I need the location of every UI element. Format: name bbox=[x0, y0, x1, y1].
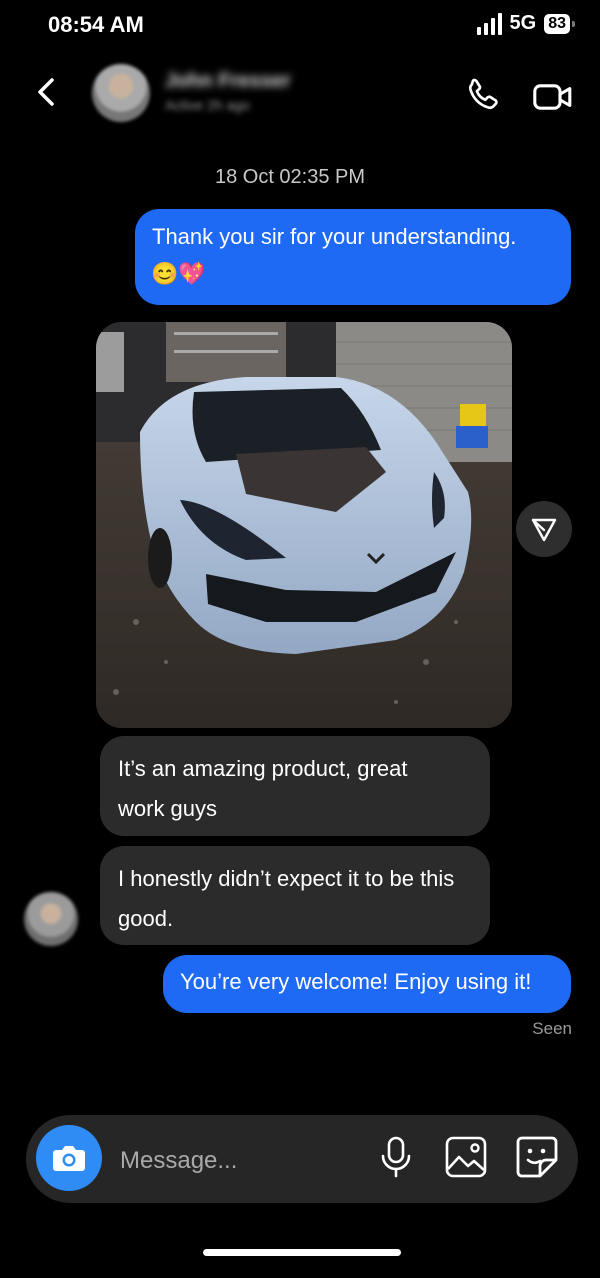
thread-timestamp: 18 Oct 02:35 PM bbox=[214, 166, 366, 188]
chevron-left-icon[interactable] bbox=[32, 72, 62, 112]
status-time: 08:54 AM bbox=[48, 12, 144, 37]
sender-avatar[interactable] bbox=[24, 892, 78, 946]
signal-icon bbox=[476, 12, 502, 35]
sticker-icon[interactable] bbox=[514, 1134, 560, 1180]
message-emoji: 😊💖 bbox=[151, 261, 206, 286]
network-type: 5G bbox=[509, 12, 537, 34]
message-text: Thank you sir for your understanding. bbox=[152, 224, 517, 249]
message-text: You’re very welcome! Enjoy using it! bbox=[180, 969, 532, 994]
car-photo bbox=[96, 322, 512, 728]
home-indicator[interactable] bbox=[203, 1249, 401, 1256]
message-input[interactable] bbox=[118, 1140, 372, 1182]
incoming-message[interactable]: I honestly didn’t expect it to be this g… bbox=[100, 846, 490, 945]
camera-icon bbox=[53, 1146, 85, 1171]
seen-receipt: Seen bbox=[532, 1019, 572, 1038]
contact-name[interactable]: John Fresser bbox=[165, 70, 291, 93]
outgoing-message[interactable]: You’re very welcome! Enjoy using it! bbox=[163, 955, 571, 1013]
message-text: It’s an amazing product, great work guys bbox=[118, 756, 408, 821]
image-icon[interactable] bbox=[444, 1135, 488, 1179]
battery-icon: 83 bbox=[544, 13, 575, 34]
contact-avatar[interactable] bbox=[92, 64, 150, 122]
status-indicators: 5G 83 bbox=[476, 12, 575, 35]
microphone-icon[interactable] bbox=[378, 1134, 414, 1180]
share-button[interactable] bbox=[516, 501, 572, 557]
contact-status: Active 2h ago bbox=[165, 97, 250, 113]
send-icon bbox=[531, 518, 557, 542]
message-text: I honestly didn’t expect it to be this g… bbox=[118, 866, 455, 931]
photo-message[interactable] bbox=[96, 322, 512, 728]
camera-button[interactable] bbox=[36, 1125, 102, 1191]
outgoing-message[interactable]: Thank you sir for your understanding. 😊💖 bbox=[135, 209, 571, 305]
video-camera-icon[interactable] bbox=[532, 80, 574, 114]
incoming-message[interactable]: It’s an amazing product, great work guys bbox=[100, 736, 490, 836]
phone-icon[interactable] bbox=[462, 76, 502, 116]
